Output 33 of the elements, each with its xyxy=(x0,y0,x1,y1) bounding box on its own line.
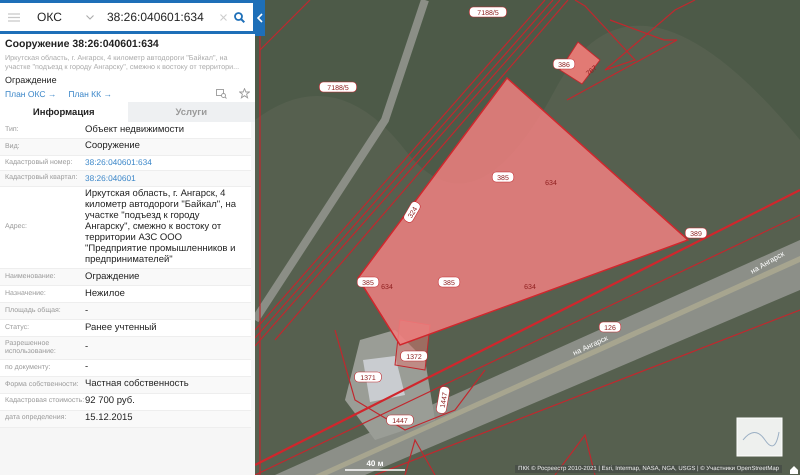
plan-link[interactable]: План ОКС → xyxy=(5,88,56,98)
field-value: Объект недвижимости xyxy=(85,124,184,136)
chevron-left-icon xyxy=(257,13,263,23)
plan-link[interactable]: План КК → xyxy=(68,88,112,98)
object-name: Ограждение xyxy=(5,75,58,85)
collapse-button[interactable] xyxy=(255,0,265,36)
search-field[interactable]: ОКС 38:26:040601:634 xyxy=(0,3,253,31)
zoom-to-icon[interactable] xyxy=(216,88,227,98)
field-value: - xyxy=(85,342,88,354)
category-select[interactable]: ОКС xyxy=(37,10,79,24)
field-value: Ранее учтенный xyxy=(85,322,157,334)
minimap-drawing[interactable] xyxy=(736,418,782,456)
caret-icon[interactable] xyxy=(86,14,94,20)
tab[interactable]: Услуги xyxy=(128,102,255,122)
field-link[interactable]: 38:26:040601 xyxy=(85,174,136,184)
field-value: - xyxy=(85,306,88,317)
search-icon[interactable] xyxy=(234,12,245,22)
scale-bar: 40 м xyxy=(345,459,405,471)
home-icon[interactable] xyxy=(790,466,798,474)
clear-icon[interactable] xyxy=(220,14,227,20)
field-value: - xyxy=(85,362,88,374)
star-icon[interactable] xyxy=(239,88,250,99)
search-query[interactable]: 38:26:040601:634 xyxy=(107,10,213,24)
field-link[interactable]: 38:26:040601:634 xyxy=(85,158,152,168)
field-value: Частная собственность xyxy=(85,379,189,390)
field-value: Ограждение xyxy=(85,272,140,283)
field-value: Сооружение xyxy=(85,141,140,152)
menu-icon[interactable] xyxy=(8,12,20,22)
object-title: Сооружение 38:26:040601:634 xyxy=(5,38,160,50)
field-value: Нежилое xyxy=(85,288,125,300)
field-value: Иркутская область, г. Ангарск, 4 километр автодороги "Байкал", на участке "подъезд к городу Ангарску", смежно к востоку от территории АЗС ООО "Предприятие промышленников и предпринимателей" xyxy=(85,189,237,266)
field-value: 15.12.2015 xyxy=(85,413,133,424)
field-value: 92 700 руб. xyxy=(85,396,135,408)
